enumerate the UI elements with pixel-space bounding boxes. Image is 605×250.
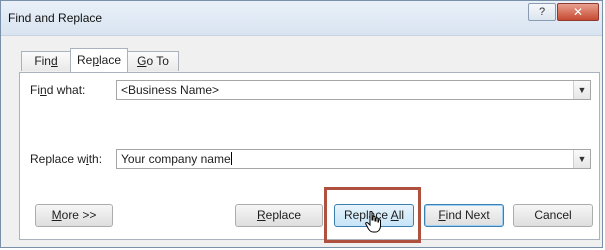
- find-what-label: Find what:: [30, 83, 86, 97]
- cancel-button[interactable]: Cancel: [513, 204, 593, 227]
- replace-button[interactable]: Replace: [235, 204, 323, 227]
- help-button[interactable]: ?: [528, 3, 556, 21]
- hand-cursor-icon: [365, 211, 381, 233]
- find-replace-dialog: Find and Replace ? ✕ Find Replace Go To …: [0, 0, 603, 248]
- more-button[interactable]: More >>: [35, 204, 113, 227]
- find-what-input[interactable]: <Business Name>: [121, 83, 219, 97]
- replace-with-combo[interactable]: Your company name ▼: [116, 149, 591, 169]
- tab-find[interactable]: Find: [21, 51, 71, 71]
- replace-with-input[interactable]: Your company name: [121, 152, 232, 166]
- find-what-combo[interactable]: <Business Name> ▼: [116, 80, 591, 100]
- close-button[interactable]: ✕: [557, 3, 599, 21]
- replace-with-label: Replace with:: [30, 152, 103, 166]
- text-caret: [230, 152, 232, 165]
- tab-goto[interactable]: Go To: [127, 51, 179, 71]
- tab-replace[interactable]: Replace: [70, 48, 128, 72]
- replace-dropdown-arrow-icon[interactable]: ▼: [573, 150, 590, 168]
- find-next-button[interactable]: Find Next: [424, 204, 504, 227]
- find-dropdown-arrow-icon[interactable]: ▼: [573, 81, 590, 99]
- dialog-title: Find and Replace: [8, 11, 103, 25]
- title-bar: Find and Replace ? ✕: [1, 1, 602, 36]
